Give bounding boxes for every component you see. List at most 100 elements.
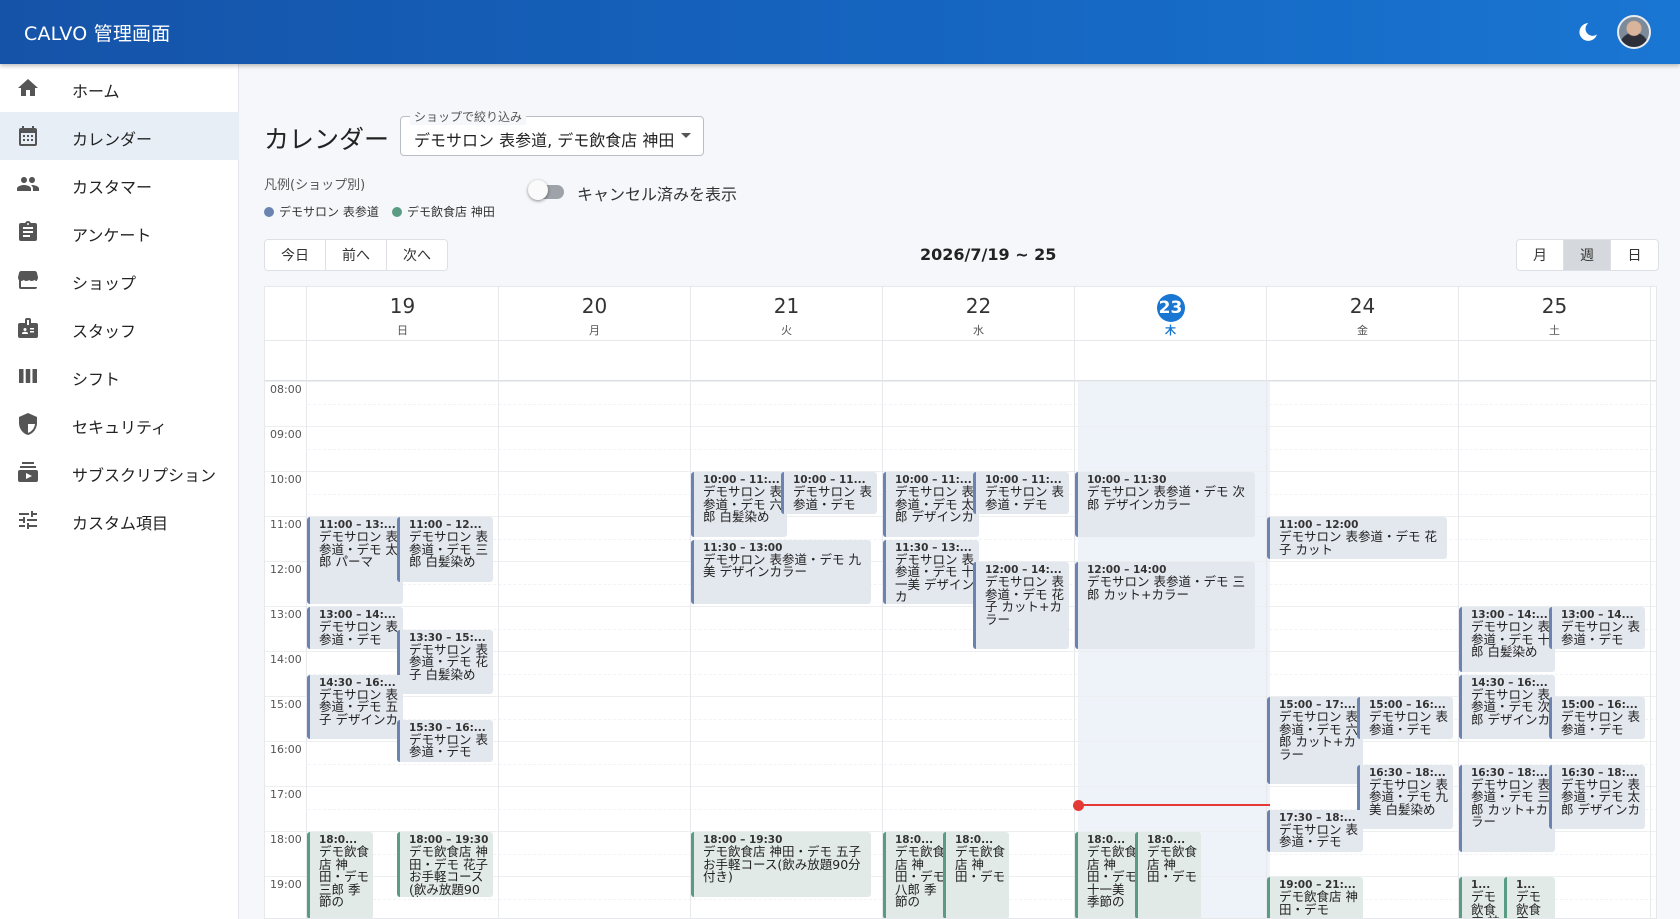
calendar-event[interactable]: 11:00 – 13:... デモサロン 表参道・デモ 太郎 パーマ — [307, 517, 403, 604]
event-title: デモ飲食店 神田・デモ 花子 お手軽コース(飲み放題90分 — [409, 844, 488, 897]
day-header[interactable]: 20 月 — [498, 287, 690, 340]
calendar-event[interactable]: 10:00 – 11:30 デモサロン 表参道・デモ 次郎 デザインカラー — [1075, 472, 1255, 537]
calendar-event[interactable]: 15:00 – 16:... デモサロン 表参道・デモ — [1549, 697, 1645, 739]
calendar-event[interactable]: 18:0... デモ飲食店 神田・デモ 八郎 季節の — [883, 832, 949, 918]
event-title: デモサロン 表参道・デモ 太郎 デザインカ — [895, 484, 974, 524]
calendar-event[interactable]: 11:30 – 13:00 デモサロン 表参道・デモ 九美 デザインカラー — [691, 539, 871, 604]
day-of-week: 金 — [1357, 324, 1368, 337]
sidebar-item-home[interactable]: ホーム — [0, 64, 239, 112]
event-title: デモサロン 表参道・デモ 太郎 パーマ — [319, 529, 398, 569]
sidebar-item-custom-fields[interactable]: カスタム項目 — [0, 496, 239, 544]
day-of-week: 月 — [589, 324, 600, 337]
calendar-event[interactable]: 18:00 – 19:30 デモ飲食店 神田・デモ 花子 お手軽コース(飲み放題9… — [397, 832, 493, 897]
day-header[interactable]: 21 火 — [690, 287, 882, 340]
calendar-event[interactable]: 19:00 – 21:... デモ飲食店 神田・デモ — [1267, 877, 1363, 918]
event-title: デモサロン 表参道・デモ 五子 デザインカ — [319, 686, 398, 727]
day-view-button[interactable]: 日 — [1611, 240, 1658, 270]
app-bar: CALVO 管理画面 — [0, 0, 1680, 64]
event-title: デモサロン 表参道・デモ 三郎 カット+カラー — [1471, 776, 1550, 829]
calendar-event[interactable]: 13:00 – 14:... デモサロン 表参道・デモ — [307, 607, 403, 649]
user-avatar[interactable] — [1617, 15, 1651, 49]
date-range-title: 2026/7/19 ~ 25 — [920, 245, 1057, 264]
calendar-event[interactable]: 1...デモ飲食店 — [1504, 877, 1555, 918]
day-column-divider — [498, 287, 499, 918]
sidebar-item-label: シフト — [72, 370, 121, 389]
calendar-event[interactable]: 10:00 – 11:... デモサロン 表参道・デモ 太郎 デザインカ — [883, 472, 979, 537]
day-header[interactable]: 24 金 — [1266, 287, 1458, 340]
calendar-event[interactable]: 12:00 – 14:00 デモサロン 表参道・デモ 三郎 カット+カラー — [1075, 562, 1255, 649]
event-title: デモサロン 表参道・デモ — [1369, 709, 1448, 737]
calendar-event[interactable]: 11:00 – 12:00 デモサロン 表参道・デモ 花子 カット — [1267, 517, 1447, 559]
calendar-event[interactable]: 14:30 – 16:... デモサロン 表参道・デモ 五子 デザインカ — [307, 674, 403, 739]
calendar-event[interactable]: 13:30 – 15:... デモサロン 表参道・デモ 花子 白髪染め — [397, 629, 493, 694]
calendar-event[interactable]: 16:30 – 18:... デモサロン 表参道・デモ 三郎 カット+カラー — [1459, 764, 1555, 852]
chevron-down-icon — [681, 133, 691, 138]
date-navigation: 今日 前へ 次へ — [264, 239, 448, 271]
sidebar-item-shift[interactable]: シフト — [0, 352, 239, 400]
time-label: 18:00 — [270, 833, 302, 846]
event-title: デモサロン 表参道・デモ 六郎 白髪染め — [703, 484, 782, 524]
shield-icon — [19, 413, 37, 435]
home-icon — [18, 79, 38, 96]
event-title: デモサロン 表参道・デモ — [1561, 709, 1640, 737]
day-number: 22 — [965, 294, 992, 318]
day-header[interactable]: 19 日 — [306, 287, 498, 340]
sidebar-item-subscription[interactable]: サブスクリプション — [0, 448, 239, 496]
sidebar-item-label: カスタマー — [72, 178, 153, 197]
sidebar-item-calendar[interactable]: カレンダー — [0, 112, 239, 160]
calendar-event[interactable]: 17:30 – 18:... デモサロン 表参道・デモ — [1267, 809, 1363, 852]
event-title: デモサロン 表参道・デモ — [409, 731, 488, 759]
show-cancelled-switch[interactable] — [528, 180, 566, 200]
sidebar-item-customers[interactable]: カスタマー — [0, 160, 239, 208]
today-button[interactable]: 今日 — [265, 240, 326, 270]
calendar-event[interactable]: 13:00 – 14:... デモサロン 表参道・デモ 十郎 白髪染め — [1459, 607, 1555, 672]
calendar-event[interactable]: 12:00 – 14:... デモサロン 表参道・デモ 花子 カット+カラー — [973, 562, 1069, 649]
calendar-event[interactable]: 10:00 – 11:... デモサロン 表参道・デモ — [973, 472, 1069, 514]
day-of-week: 日 — [397, 324, 408, 337]
calendar-event[interactable]: 18:0... デモ飲食店 神田・デモ 三郎 季節の — [307, 832, 373, 918]
event-title: デモサロン 表参道・デモ — [793, 484, 872, 512]
calendar-event[interactable]: 15:00 – 16:... デモサロン 表参道・デモ — [1357, 697, 1453, 739]
half-hour-gridline — [308, 808, 1656, 810]
legend-title: 凡例(ショップ別) — [264, 178, 366, 193]
sidebar-item-survey[interactable]: アンケート — [0, 208, 239, 256]
sidebar-item-security[interactable]: セキュリティ — [0, 400, 239, 448]
prev-button[interactable]: 前へ — [326, 240, 387, 270]
calendar-event[interactable]: 16:30 – 18:... デモサロン 表参道・デモ 太郎 デザインカ — [1549, 764, 1645, 829]
sidebar-item-label: セキュリティ — [72, 418, 168, 437]
day-header[interactable]: 22 水 — [882, 287, 1074, 340]
calendar-event[interactable]: 18:0... デモ飲食店 神田・デモ 十一美 季節の — [1075, 832, 1141, 918]
calendar-event[interactable]: 13:00 – 14... デモサロン 表参道・デモ — [1549, 607, 1645, 649]
next-button[interactable]: 次へ — [387, 240, 447, 270]
calendar-event[interactable]: 16:30 – 18:... デモサロン 表参道・デモ 九美 白髪染め — [1357, 764, 1453, 829]
time-label: 19:00 — [270, 878, 302, 891]
calendar-event[interactable]: 18:0... デモ飲食店 神田・デモ — [943, 832, 1009, 918]
sidebar-item-shop[interactable]: ショップ — [0, 256, 239, 304]
day-number: 24 — [1349, 294, 1376, 318]
calendar-event[interactable]: 18:00 – 19:30 デモ飲食店 神田・デモ 五子 お手軽コース(飲み放題9… — [691, 832, 871, 897]
calendar-event[interactable]: 11:00 – 12... デモサロン 表参道・デモ 三郎 白髪染め — [397, 517, 493, 582]
day-of-week: 土 — [1549, 324, 1560, 337]
day-header-today[interactable]: 23 木 — [1074, 287, 1266, 340]
event-title: デモサロン 表参道・デモ — [1561, 619, 1640, 647]
calendar-event[interactable]: 10:00 – 11:... デモサロン 表参道・デモ 六郎 白髪染め — [691, 472, 787, 537]
calendar-event[interactable]: 15:00 – 17:... デモサロン 表参道・デモ 六郎 カット+カラー — [1267, 697, 1363, 784]
calendar-event[interactable]: 1...デモ飲食店 神田 — [1459, 877, 1510, 918]
calendar-event[interactable]: 14:30 – 16:... デモサロン 表参道・デモ 次郎 デザインカ — [1459, 674, 1555, 739]
calendar-event[interactable]: 18:0... デモ飲食店 神田・デモ — [1135, 832, 1201, 918]
subscriptions-icon — [18, 462, 38, 482]
calendar-event[interactable]: 15:30 – 16:... デモサロン 表参道・デモ — [397, 719, 493, 762]
day-header[interactable]: 25 土 — [1458, 287, 1650, 340]
event-title: デモサロン 表参道・デモ 花子 カット — [1279, 529, 1437, 557]
moon-icon[interactable] — [1576, 20, 1600, 44]
shop-filter-select[interactable]: ショップで絞り込み デモサロン 表参道, デモ飲食店 神田 — [400, 108, 704, 156]
badge-icon — [18, 318, 38, 338]
month-view-button[interactable]: 月 — [1517, 240, 1564, 270]
event-title: デモサロン 表参道・デモ 次郎 デザインカラー — [1087, 484, 1245, 512]
sidebar-item-staff[interactable]: スタッフ — [0, 304, 239, 352]
page-title: カレンダー — [264, 125, 390, 154]
calendar-event[interactable]: 11:30 – 13:... デモサロン 表参道・デモ 十一美 デザインカ — [883, 539, 979, 604]
calendar-event[interactable]: 10:00 – 11... デモサロン 表参道・デモ — [781, 472, 877, 514]
people-icon — [17, 177, 39, 191]
week-view-button[interactable]: 週 — [1564, 240, 1611, 270]
